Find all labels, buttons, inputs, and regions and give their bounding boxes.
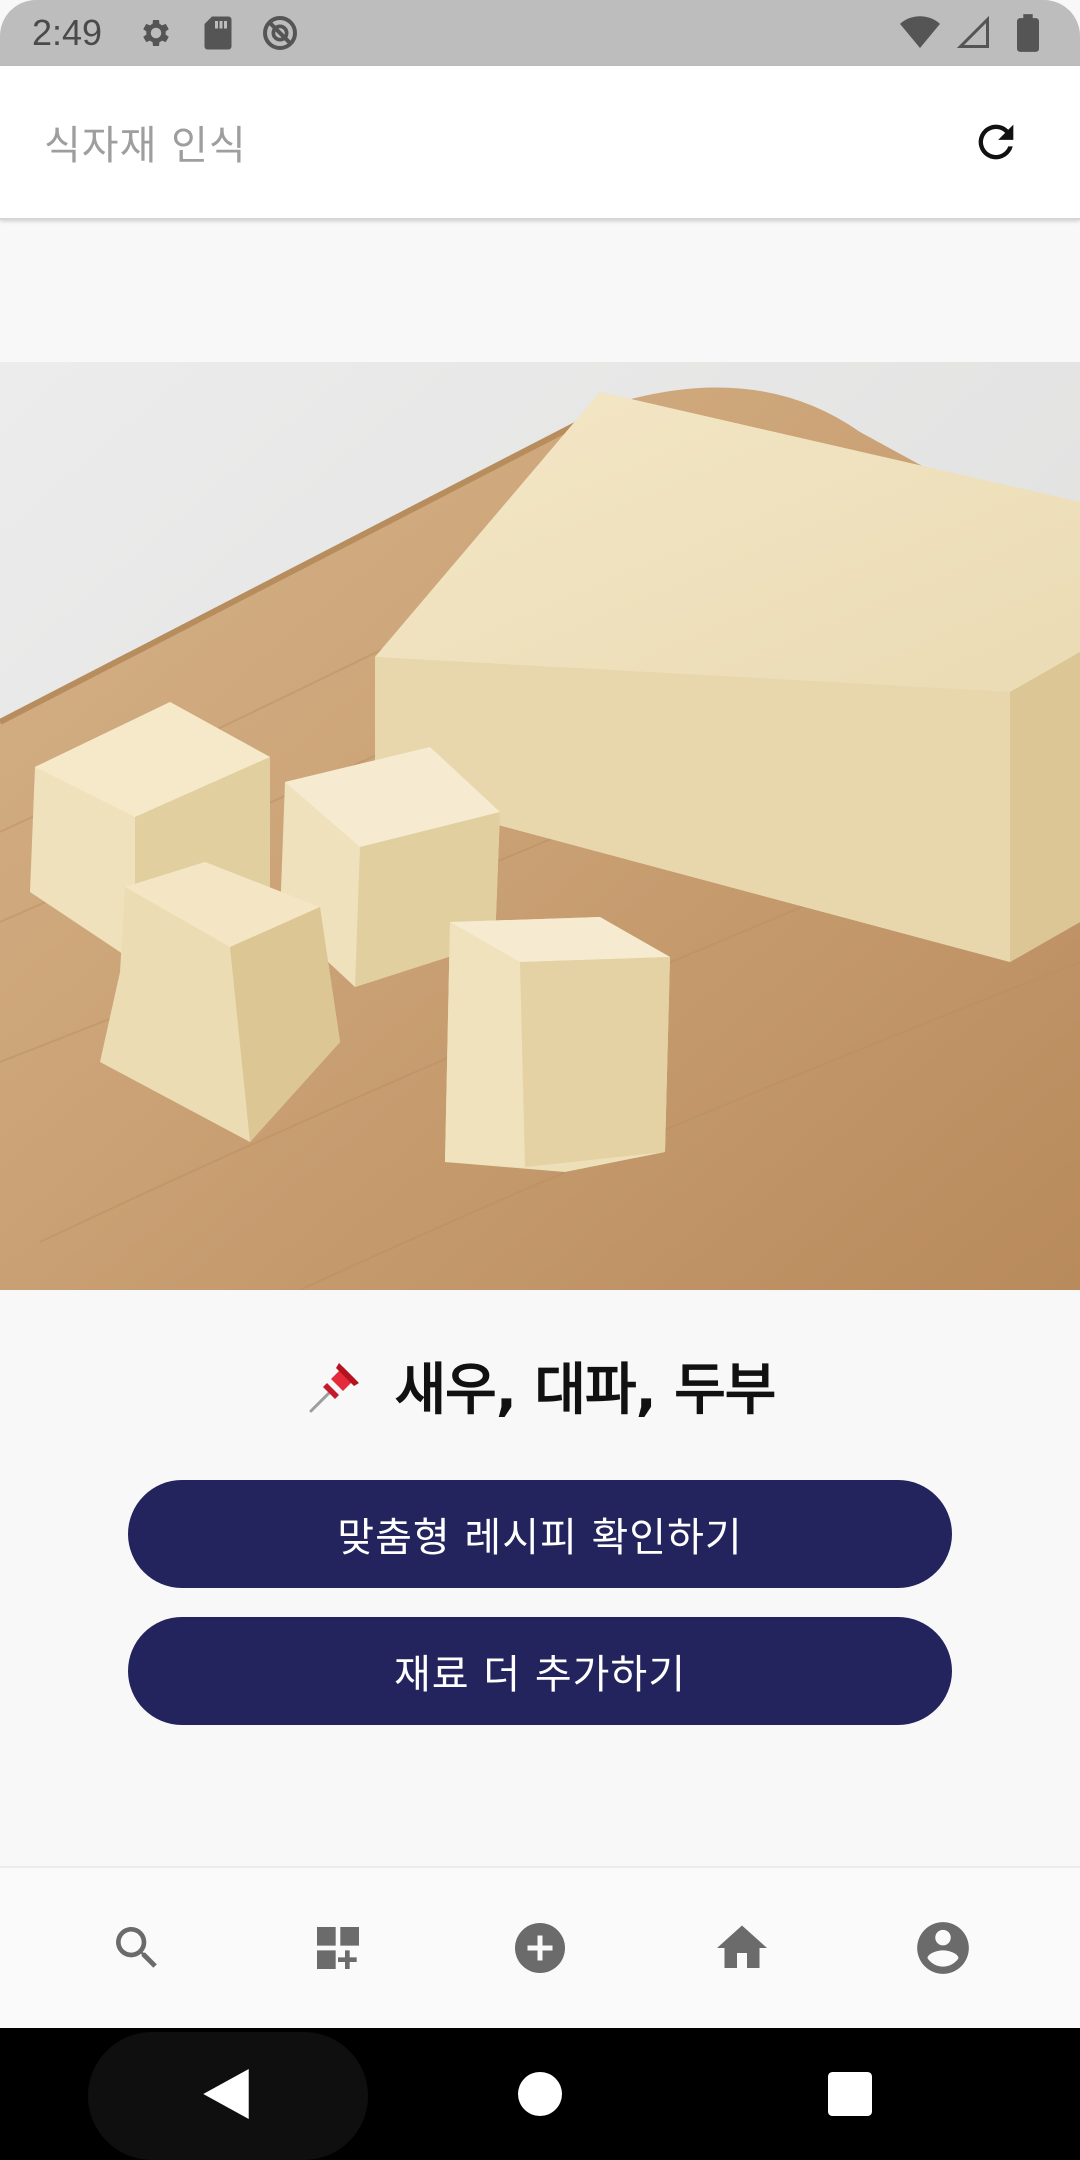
tofu-image (0, 362, 1080, 1290)
refresh-icon (978, 124, 1014, 160)
page-title: 식자재 인식 (44, 123, 247, 169)
status-icons-right (900, 13, 1048, 53)
ingredient-photo (0, 362, 1080, 1290)
nav-account[interactable] (888, 1893, 998, 2003)
wifi-icon (900, 13, 940, 53)
add-circle-icon (514, 1923, 565, 1973)
nav-add[interactable] (485, 1893, 595, 2003)
no-disturb-icon (260, 13, 300, 53)
system-navigation-bar (0, 2028, 1080, 2160)
status-bar: 2:49 (0, 0, 1080, 66)
nav-collection[interactable] (283, 1893, 393, 2003)
screen: 2:49 식자재 인식 새우, 대파, 두부 맞춤형 레시피 확인하기 재료 더… (0, 0, 1080, 2160)
status-icons-left (136, 13, 300, 53)
home-icon (716, 1925, 767, 1968)
system-back-button[interactable] (194, 2062, 258, 2126)
app-bar: 식자재 인식 (0, 66, 1080, 220)
recents-icon (828, 2072, 872, 2116)
status-time: 2:49 (32, 12, 103, 53)
gear-icon (136, 13, 176, 53)
check-recipe-button[interactable]: 맞춤형 레시피 확인하기 (128, 1480, 952, 1588)
nav-search[interactable] (82, 1893, 192, 2003)
grid-add-icon (317, 1927, 360, 1969)
add-ingredients-button[interactable]: 재료 더 추가하기 (128, 1617, 952, 1725)
refresh-button[interactable] (956, 102, 1036, 182)
system-home-button[interactable] (508, 2062, 572, 2126)
signal-icon (954, 13, 994, 53)
system-recents-button[interactable] (818, 2062, 882, 2126)
pushpin-icon (305, 1353, 369, 1417)
nav-home[interactable] (687, 1893, 797, 2003)
home-circle-icon (518, 2072, 562, 2116)
detected-ingredients: 새우, 대파, 두부 (0, 1340, 1080, 1430)
sd-card-icon (198, 13, 238, 53)
search-icon (115, 1927, 157, 1968)
account-icon (917, 1922, 970, 1974)
back-icon (203, 2069, 249, 2119)
bottom-navigation (0, 1866, 1080, 2028)
battery-icon (1008, 13, 1048, 53)
ingredients-text: 새우, 대파, 두부 (394, 1357, 777, 1423)
